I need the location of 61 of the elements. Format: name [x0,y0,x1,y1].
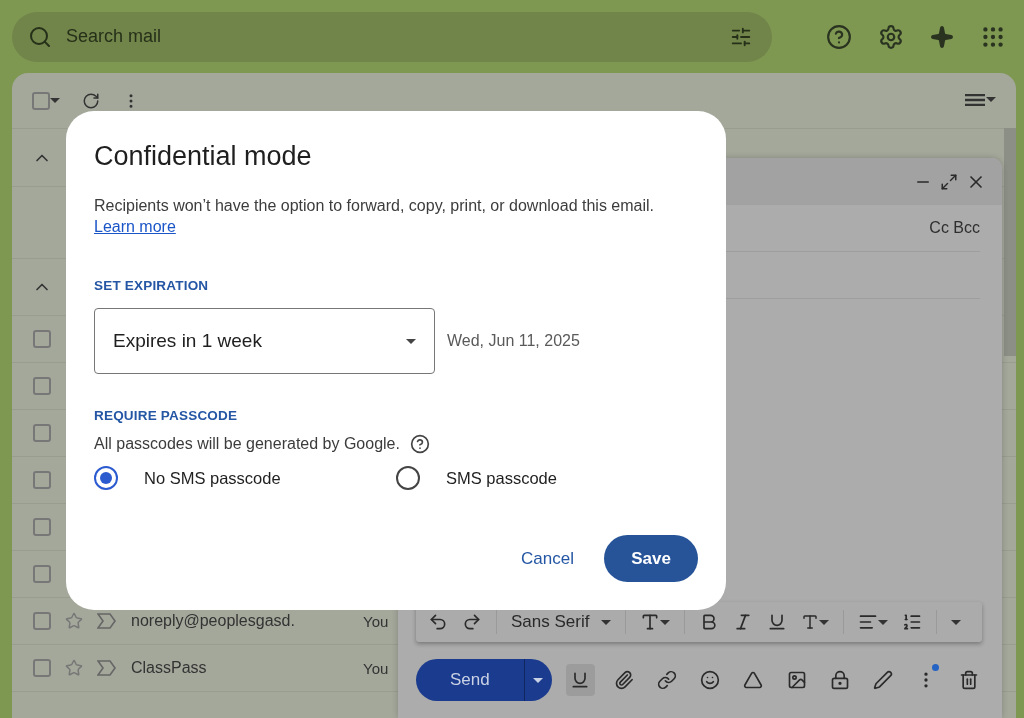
row-checkbox[interactable] [33,377,51,395]
section-label: REQUIRE PASSCODE [94,408,238,423]
sender-name: ClassPass [131,659,208,677]
help-icon[interactable] [409,434,430,454]
dialog-description: Recipients won’t have the option to forward, copy, print, or download this email. [94,196,655,216]
row-checkbox[interactable] [33,330,51,348]
learn-more-link[interactable]: Learn more [94,218,176,236]
text-size-icon[interactable] [640,612,671,632]
caret-icon [986,97,996,102]
search-input[interactable]: Search mail [64,25,718,48]
expiration-dropdown[interactable]: Expires in 1 week [94,308,435,374]
save-button[interactable]: Save [604,535,698,582]
caret-icon [533,677,544,683]
filter-icon[interactable] [730,25,752,48]
caret-icon [819,619,830,625]
row-checkbox[interactable] [33,612,51,630]
cc-bcc-link[interactable]: Cc Bcc [929,219,980,237]
star-icon[interactable] [65,659,83,677]
message-snippet: You [363,612,389,630]
send-button[interactable]: Send [416,659,525,701]
sender-name: noreply@peoplesgasd. [131,612,296,630]
row-checkbox[interactable] [33,471,51,489]
align-icon[interactable] [858,612,889,632]
help-icon[interactable] [826,23,852,50]
caret-icon [50,98,60,103]
caret-icon [660,619,671,625]
expand-icon[interactable] [940,172,958,191]
redo-icon[interactable] [462,612,482,632]
row-checkbox[interactable] [33,424,51,442]
expiration-date: Wed, Jun 11, 2025 [447,332,580,350]
search-icon[interactable] [28,24,52,49]
caret-icon [878,619,889,625]
numbered-list-icon[interactable] [902,612,923,632]
select-all-checkbox[interactable] [32,91,50,110]
caret-icon [601,619,612,625]
dialog-title: Confidential mode [94,141,313,172]
font-dropdown[interactable]: Sans Serif [511,612,612,632]
passcode-option[interactable]: SMS passcode [396,466,698,490]
text-color-icon[interactable] [801,613,830,631]
row-checkbox[interactable] [33,659,51,677]
settings-icon[interactable] [878,23,904,50]
passcode-note: All passcodes will be generated by Google. [94,435,400,453]
sparkle-icon[interactable] [930,24,954,49]
row-checkbox[interactable] [33,518,51,536]
refresh-icon[interactable] [82,91,100,110]
more-formatting-icon[interactable] [951,619,962,625]
radio-button[interactable] [396,466,420,490]
caret-icon [406,338,416,344]
caret-icon [951,619,962,625]
search-field[interactable]: Search mail [12,11,772,62]
undo-icon[interactable] [428,612,448,632]
formatting-toggle[interactable] [565,664,595,696]
passcode-option[interactable]: No SMS passcode [94,466,396,490]
cancel-button[interactable]: Cancel [513,540,582,577]
section-label: SET EXPIRATION [94,278,209,293]
scrollbar[interactable] [1004,128,1016,356]
message-snippet: You [363,659,389,677]
density-icon[interactable] [964,93,996,106]
star-icon[interactable] [65,612,83,630]
row-checkbox[interactable] [33,565,51,583]
radio-button[interactable] [94,466,118,490]
